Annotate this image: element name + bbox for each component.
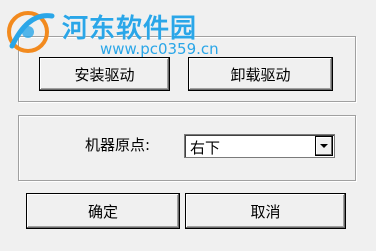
machine-origin-select[interactable]: 右下 [184, 134, 335, 158]
chevron-down-icon [320, 144, 328, 148]
driver-settings-dialog: 安装驱动 卸载驱动 机器原点: 右下 确定 取消 [0, 0, 376, 251]
dropdown-arrow-button[interactable] [315, 136, 333, 156]
machine-origin-label: 机器原点: [85, 136, 151, 154]
ok-button[interactable]: 确定 [26, 193, 180, 229]
machine-origin-selected-value: 右下 [190, 139, 221, 157]
install-driver-button[interactable]: 安装驱动 [39, 57, 170, 91]
uninstall-driver-button[interactable]: 卸载驱动 [188, 57, 333, 91]
cancel-button[interactable]: 取消 [185, 193, 346, 229]
